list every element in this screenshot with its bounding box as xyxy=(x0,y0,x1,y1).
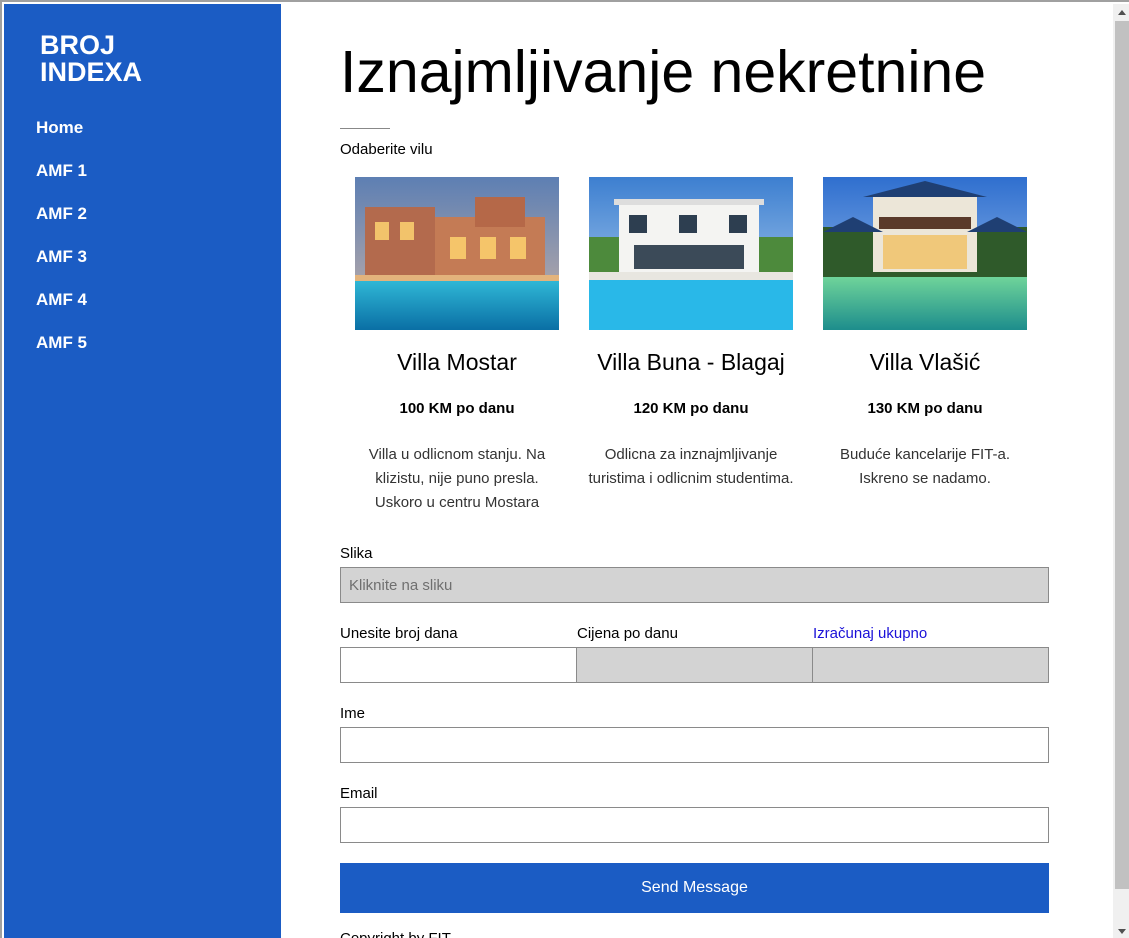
villa-name: Villa Mostar xyxy=(397,349,517,375)
nav-item-amf-5[interactable]: AMF 5 xyxy=(36,332,87,375)
sidebar-nav: Home AMF 1 AMF 2 AMF 3 AMF 4 AMF 5 xyxy=(36,117,87,375)
total-field[interactable] xyxy=(812,647,1049,683)
page-title: Iznajmljivanje nekretnine xyxy=(340,39,987,105)
sidebar: BROJ INDEXA Home AMF 1 AMF 2 AMF 3 AMF 4… xyxy=(4,4,281,938)
days-label: Unesite broj dana xyxy=(340,625,458,642)
section-subtitle: Odaberite vilu xyxy=(340,141,433,158)
villa-card-mostar: Villa Mostar 100 KM po danu Villa u odli… xyxy=(340,177,574,515)
title-divider xyxy=(340,128,390,129)
villa-description: Villa u odlicnom stanju. Na klizistu, ni… xyxy=(368,446,546,511)
nav-item-amf-2[interactable]: AMF 2 xyxy=(36,203,87,246)
villa-description: Odlicna za inznajmljivanje turistima i o… xyxy=(588,446,794,487)
nav-item-home[interactable]: Home xyxy=(36,117,87,160)
villa-image-vlasic[interactable] xyxy=(823,177,1027,330)
villa-name: Villa Buna - Blagaj xyxy=(597,349,785,375)
price-per-day-field[interactable] xyxy=(576,647,813,683)
villa-name: Villa Vlašić xyxy=(869,349,981,375)
brand-line-2: INDEXA xyxy=(40,57,143,87)
scroll-down-arrow-icon[interactable] xyxy=(1113,923,1129,938)
scroll-up-arrow-icon[interactable] xyxy=(1113,4,1129,21)
villa-card-vlasic: Villa Vlašić 130 KM po danu Buduće kance… xyxy=(808,177,1042,491)
vertical-scrollbar[interactable] xyxy=(1113,4,1129,938)
slika-label: Slika xyxy=(340,545,373,562)
send-message-button[interactable]: Send Message xyxy=(340,863,1049,913)
ime-label: Ime xyxy=(340,705,366,722)
scrollbar-thumb[interactable] xyxy=(1115,21,1129,889)
email-input[interactable] xyxy=(340,807,1049,843)
main-content: Iznajmljivanje nekretnine Odaberite vilu xyxy=(281,4,1113,938)
villa-price: 100 KM po danu xyxy=(399,400,515,417)
nav-item-amf-3[interactable]: AMF 3 xyxy=(36,246,87,289)
villa-price: 120 KM po danu xyxy=(633,400,749,417)
slika-input[interactable] xyxy=(340,567,1049,603)
days-input[interactable] xyxy=(340,647,577,683)
nav-item-amf-1[interactable]: AMF 1 xyxy=(36,160,87,203)
villa-image-mostar[interactable] xyxy=(355,177,559,330)
ime-input[interactable] xyxy=(340,727,1049,763)
price-per-day-label: Cijena po danu xyxy=(577,625,678,642)
copyright-text: Copyright by FIT xyxy=(340,930,451,938)
brand-line-1: BROJ xyxy=(40,30,116,60)
calculate-total-link[interactable]: Izračunaj ukupno xyxy=(813,625,927,643)
browser-viewport: BROJ INDEXA Home AMF 1 AMF 2 AMF 3 AMF 4… xyxy=(0,0,1129,938)
villa-description: Buduće kancelarije FIT-a. Iskreno se nad… xyxy=(839,446,1011,487)
villa-card-buna-blagaj: Villa Buna - Blagaj 120 KM po danu Odlic… xyxy=(574,177,808,491)
villa-price: 130 KM po danu xyxy=(867,400,983,417)
brand-logo: BROJ INDEXA xyxy=(40,32,240,86)
villa-image-buna-blagaj[interactable] xyxy=(589,177,793,330)
email-label: Email xyxy=(340,785,378,802)
nav-item-amf-4[interactable]: AMF 4 xyxy=(36,289,87,332)
